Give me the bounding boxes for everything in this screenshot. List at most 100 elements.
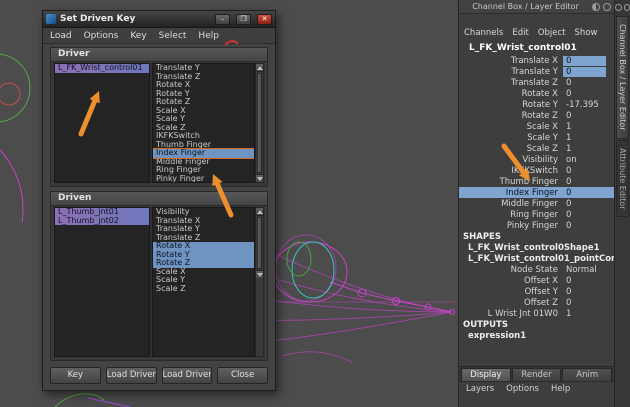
channel-row[interactable]: expression1: [459, 330, 614, 341]
driver-attribute-item[interactable]: Pinky Finger: [153, 175, 254, 184]
driver-attribute-item[interactable]: Middle Finger: [153, 158, 254, 167]
channel-value[interactable]: 0: [563, 221, 614, 231]
channel-value[interactable]: 0: [563, 111, 614, 121]
menu-item[interactable]: Key: [130, 31, 146, 41]
scroll-down-icon[interactable]: [256, 270, 263, 278]
channel-name[interactable]: L Wrist Jnt 01W0: [459, 309, 563, 319]
driver-attribute-item[interactable]: Translate Z: [153, 73, 254, 82]
channel-row[interactable]: Scale Y 1: [459, 132, 614, 143]
driven-object-item[interactable]: L_Thumb_jnt02: [55, 217, 149, 226]
driven-attribute-item[interactable]: Visibility: [153, 208, 254, 217]
channel-row[interactable]: Rotate X 0: [459, 88, 614, 99]
menu-item[interactable]: Options: [84, 31, 119, 41]
scrollbar-thumb[interactable]: [257, 73, 262, 173]
channel-name[interactable]: Rotate Z: [459, 111, 563, 121]
layer-editor-tab[interactable]: Render: [512, 368, 562, 381]
driver-attribute-item[interactable]: Thumb Finger: [153, 141, 254, 150]
channel-name[interactable]: Translate Z: [459, 78, 563, 88]
layer-editor-menu-item[interactable]: Options: [506, 384, 539, 394]
channel-value[interactable]: 1: [563, 309, 614, 319]
channel-value[interactable]: 0: [563, 89, 614, 99]
maximize-button[interactable]: ❒: [236, 14, 251, 25]
driver-attribute-item[interactable]: Index Finger: [153, 149, 254, 158]
driver-attribute-item[interactable]: Ring Finger: [153, 166, 254, 175]
channel-value[interactable]: 0: [563, 177, 614, 187]
close-button[interactable]: Close: [217, 367, 268, 384]
channel-name[interactable]: Scale X: [459, 122, 563, 132]
panel-menu-icon[interactable]: [603, 3, 611, 11]
channel-name[interactable]: L_FK_Wrist_control01_pointConst...: [459, 254, 614, 264]
driver-attribute-item[interactable]: Scale Z: [153, 124, 254, 133]
scrollbar-thumb[interactable]: [257, 217, 262, 269]
channel-name[interactable]: Rotate X: [459, 89, 563, 99]
channel-name[interactable]: Scale Y: [459, 133, 563, 143]
channel-row[interactable]: IKFKSwitch 0: [459, 165, 614, 176]
channel-row[interactable]: Index Finger 0: [459, 187, 614, 198]
driver-object-item[interactable]: L_FK_Wrist_control01: [55, 64, 149, 73]
channel-row[interactable]: Pinky Finger 0: [459, 220, 614, 231]
driven-attribute-item[interactable]: Rotate Y: [153, 251, 254, 260]
channel-box-menu-item[interactable]: Object: [538, 28, 566, 38]
channel-name[interactable]: Visibility: [459, 155, 563, 165]
driven-attribute-item[interactable]: Scale Y: [153, 276, 254, 285]
channel-row[interactable]: L_FK_Wrist_control0Shape1: [459, 242, 614, 253]
channel-name[interactable]: Ring Finger: [459, 210, 563, 220]
channel-row[interactable]: L Wrist Jnt 01W0 1: [459, 308, 614, 319]
driver-attribute-item[interactable]: Scale Y: [153, 115, 254, 124]
channel-row[interactable]: SHAPES: [459, 231, 614, 242]
channel-row[interactable]: Translate Y 0: [459, 66, 614, 77]
channel-value[interactable]: 1: [563, 122, 614, 132]
channel-name[interactable]: SHAPES: [459, 232, 506, 242]
driver-section-header[interactable]: Driver: [51, 48, 267, 62]
close-button[interactable]: ✕: [257, 14, 272, 25]
scroll-down-icon[interactable]: [256, 174, 263, 182]
channel-value[interactable]: 0: [563, 188, 614, 198]
driven-section-header[interactable]: Driven: [51, 192, 267, 206]
menu-item[interactable]: Help: [198, 31, 219, 41]
channel-name[interactable]: Translate X: [459, 56, 563, 66]
channel-name[interactable]: Node State: [459, 265, 563, 275]
driver-attribute-item[interactable]: Scale X: [153, 107, 254, 116]
channel-value[interactable]: 1: [563, 133, 614, 143]
channel-value[interactable]: 0: [563, 67, 606, 77]
driven-attribute-item[interactable]: Translate X: [153, 217, 254, 226]
channel-value[interactable]: 0: [563, 78, 614, 88]
channel-row[interactable]: OUTPUTS: [459, 319, 614, 330]
channel-row[interactable]: Thumb Finger 0: [459, 176, 614, 187]
panel-dock-icon[interactable]: [592, 3, 600, 11]
driven-attribute-item[interactable]: Rotate X: [153, 242, 254, 251]
channel-value[interactable]: 0: [563, 210, 614, 220]
channel-row[interactable]: L_FK_Wrist_control01_pointConst...: [459, 253, 614, 264]
channel-row[interactable]: Rotate Y -17.395: [459, 99, 614, 110]
channel-value[interactable]: 0: [563, 56, 606, 66]
channel-row[interactable]: Node State Normal: [459, 264, 614, 275]
load-driver-button[interactable]: Load Driver: [106, 367, 157, 384]
tab-channel-box-layer-editor[interactable]: Channel Box / Layer Editor: [616, 16, 629, 139]
menu-item[interactable]: Load: [50, 31, 72, 41]
driver-list-scrollbar[interactable]: [255, 63, 264, 183]
channel-name[interactable]: expression1: [459, 331, 614, 341]
channel-name[interactable]: Scale Z: [459, 144, 563, 154]
load-driven-button[interactable]: Load Driven: [162, 367, 213, 384]
channel-name[interactable]: Offset Z: [459, 298, 563, 308]
channel-name[interactable]: Translate Y: [459, 67, 563, 77]
driven-list-scrollbar[interactable]: [255, 207, 264, 357]
channel-value[interactable]: 0: [563, 298, 614, 308]
tab-attribute-editor[interactable]: Attribute Editor: [616, 140, 629, 218]
channel-name[interactable]: OUTPUTS: [459, 320, 513, 330]
channel-row[interactable]: Offset X 0: [459, 275, 614, 286]
driver-attribute-item[interactable]: Rotate X: [153, 81, 254, 90]
driver-attribute-item[interactable]: Rotate Y: [153, 90, 254, 99]
channel-name[interactable]: Rotate Y: [459, 100, 563, 110]
channel-box-menu-item[interactable]: Show: [574, 28, 597, 38]
channel-name[interactable]: Middle Finger: [459, 199, 563, 209]
channel-row[interactable]: Scale Z 1: [459, 143, 614, 154]
channel-row[interactable]: Translate X 0: [459, 55, 614, 66]
driven-object-item[interactable]: L_Thumb_jnt01: [55, 208, 149, 217]
driven-attribute-item[interactable]: Rotate Z: [153, 259, 254, 268]
scroll-up-icon[interactable]: [256, 208, 263, 216]
channel-row[interactable]: Rotate Z 0: [459, 110, 614, 121]
window-titlebar[interactable]: Set Driven Key – ❒ ✕: [43, 11, 275, 28]
channel-value[interactable]: 0: [563, 276, 614, 286]
channel-name[interactable]: Thumb Finger: [459, 177, 563, 187]
